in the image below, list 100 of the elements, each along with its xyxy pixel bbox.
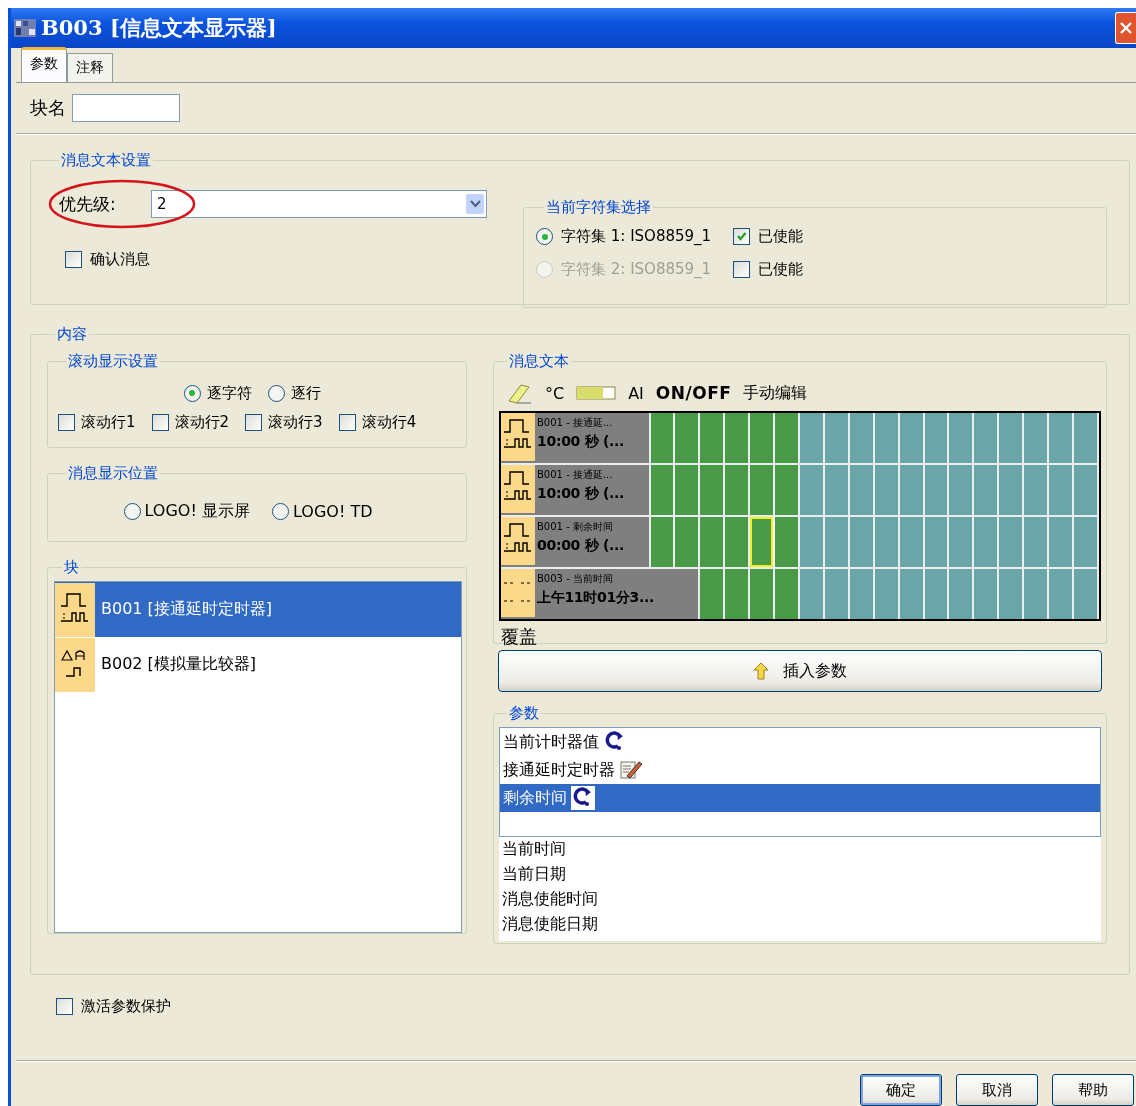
display-cell[interactable]	[949, 569, 975, 619]
display-cell[interactable]	[874, 465, 900, 515]
display-cell[interactable]	[899, 569, 925, 619]
close-button[interactable]	[1115, 12, 1136, 44]
display-cell[interactable]	[1074, 517, 1099, 567]
display-cell[interactable]	[999, 413, 1025, 463]
display-cell[interactable]	[899, 465, 925, 515]
dialog-button[interactable]: 取消	[956, 1074, 1038, 1106]
dialog-button[interactable]: 帮助	[1052, 1074, 1134, 1106]
display-cell[interactable]	[849, 413, 875, 463]
display-cell[interactable]	[999, 569, 1025, 619]
display-cell[interactable]	[1024, 569, 1050, 619]
line-field[interactable]: B001 - 接通延... 10:00 秒 (...	[501, 465, 651, 515]
list-item[interactable]: 消息使能时间	[499, 887, 1101, 912]
display-cell[interactable]	[800, 413, 825, 463]
display-cell[interactable]	[974, 465, 1000, 515]
display-cell[interactable]	[824, 569, 850, 619]
list-item[interactable]: B001 [接通延时定时器]	[55, 582, 461, 637]
display-cell[interactable]	[949, 517, 975, 567]
display-cell[interactable]	[999, 465, 1025, 515]
display-cell[interactable]	[800, 465, 825, 515]
display-cell[interactable]	[725, 517, 751, 567]
list-item[interactable]: 当前日期	[499, 862, 1101, 887]
checkbox[interactable]	[338, 414, 356, 431]
checkbox[interactable]	[58, 414, 75, 431]
display-cell[interactable]	[849, 517, 875, 567]
display-cell[interactable]	[924, 465, 950, 515]
display-cell[interactable]	[949, 465, 975, 515]
display-cell[interactable]	[949, 413, 975, 463]
display-cell[interactable]	[750, 413, 776, 463]
list-item[interactable]: 接通延时定时器	[500, 756, 1100, 784]
display-cell[interactable]	[800, 517, 825, 567]
display-cell[interactable]	[675, 465, 701, 515]
checkbox[interactable]	[245, 414, 263, 431]
display-cell[interactable]	[1024, 517, 1050, 567]
display-cell[interactable]	[775, 465, 800, 515]
list-item[interactable]: 当前时间	[499, 837, 1101, 862]
checkbox[interactable]	[151, 414, 169, 431]
display-cell[interactable]	[700, 517, 726, 567]
display-cell[interactable]	[800, 569, 825, 619]
display-cell[interactable]	[974, 569, 1000, 619]
display-cell[interactable]	[824, 465, 850, 515]
display-cell[interactable]	[874, 569, 900, 619]
display-cell[interactable]	[824, 413, 850, 463]
toolbar-text[interactable]: °C	[545, 383, 565, 403]
tab[interactable]: 参数	[21, 47, 67, 82]
display-cell[interactable]	[750, 465, 776, 515]
display-cell[interactable]	[1074, 465, 1099, 515]
display-cell[interactable]	[1074, 413, 1099, 463]
radio-button[interactable]	[536, 228, 553, 245]
display-cell[interactable]	[1024, 465, 1050, 515]
dropdown-button[interactable]	[466, 194, 484, 214]
list-item[interactable]: 剩余时间	[500, 784, 1100, 812]
display-cell[interactable]	[1049, 569, 1075, 619]
checkbox[interactable]	[56, 997, 73, 1015]
display-cell[interactable]	[1049, 517, 1075, 567]
display-cell[interactable]	[700, 569, 726, 619]
list-item[interactable]: 当前计时器值	[500, 728, 1100, 756]
display-cell[interactable]	[874, 517, 900, 567]
display-cell[interactable]	[1049, 465, 1075, 515]
display-cell[interactable]	[750, 517, 774, 567]
display-cell[interactable]	[924, 517, 950, 567]
display-cell[interactable]	[725, 465, 751, 515]
display-cell[interactable]	[824, 517, 850, 567]
display-cell[interactable]	[974, 517, 1000, 567]
display-cell[interactable]	[675, 413, 701, 463]
toolbar-text[interactable]: AI	[628, 383, 644, 403]
display-cell[interactable]	[725, 413, 751, 463]
display-cell[interactable]	[1024, 413, 1050, 463]
dropdown[interactable]: 2	[151, 190, 487, 218]
display-cell[interactable]	[650, 517, 676, 567]
insert-button[interactable]: 插入参数	[498, 650, 1102, 692]
display-cell[interactable]	[775, 413, 800, 463]
radio-button[interactable]	[123, 502, 141, 520]
display-cell[interactable]	[700, 413, 726, 463]
display-cell[interactable]	[775, 569, 800, 619]
radio-button[interactable]	[183, 384, 201, 402]
checkbox[interactable]	[733, 228, 750, 245]
checkbox[interactable]	[65, 251, 82, 268]
input-field[interactable]	[72, 94, 180, 122]
list-item[interactable]: 消息使能日期	[499, 912, 1101, 937]
toolbar-text[interactable]: 手动编辑	[743, 382, 808, 404]
display-cell[interactable]	[650, 413, 676, 463]
list-item[interactable]: B002 [模拟量比较器]	[55, 637, 461, 692]
display-cell[interactable]	[974, 413, 1000, 463]
dialog-button[interactable]: 确定	[860, 1074, 942, 1106]
display-cell[interactable]	[700, 465, 726, 515]
display-cell[interactable]	[750, 569, 776, 619]
radio-button[interactable]	[267, 384, 285, 402]
display-cell[interactable]	[924, 413, 950, 463]
display-cell[interactable]	[675, 517, 701, 567]
line-field[interactable]: B001 - 接通延... 10:00 秒 (...	[501, 413, 651, 463]
display-cell[interactable]	[1049, 413, 1075, 463]
display-cell[interactable]	[849, 465, 875, 515]
display-cell[interactable]	[874, 413, 900, 463]
toolbar-text[interactable]: ON/OFF	[655, 383, 732, 403]
display-cell[interactable]	[999, 517, 1025, 567]
radio-button[interactable]	[271, 502, 289, 520]
display-cell[interactable]	[849, 569, 875, 619]
display-cell[interactable]	[725, 569, 751, 619]
